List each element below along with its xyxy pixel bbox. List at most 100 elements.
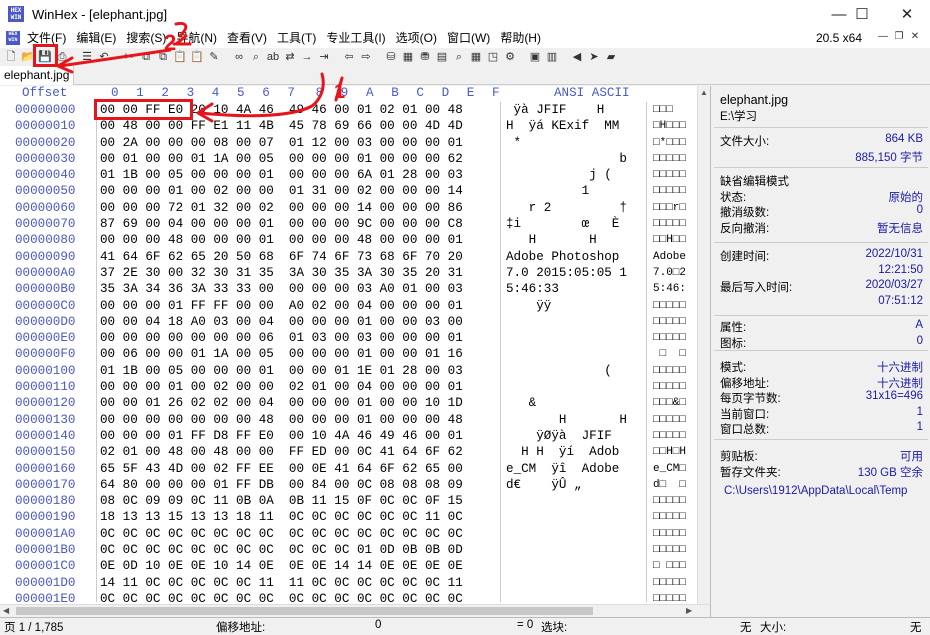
hex-row[interactable]: 00 00 00 01 00 02 00 00 01 31 00 02 00 0… bbox=[97, 183, 498, 199]
ascii-row[interactable] bbox=[501, 558, 645, 574]
calculator-icon[interactable]: ▤ bbox=[435, 50, 449, 64]
book-icon[interactable]: ▰ bbox=[604, 50, 618, 64]
text-row[interactable]: □□□□□ bbox=[647, 412, 696, 428]
hex-row[interactable]: 00 00 00 01 00 02 00 00 02 01 00 04 00 0… bbox=[97, 379, 498, 395]
menu-item-6[interactable]: 专业工具(I) bbox=[321, 28, 390, 48]
maximize-button[interactable]: ☐ bbox=[839, 0, 885, 28]
hex-row[interactable]: 0E 0D 10 0E 0E 10 14 0E 0E 0E 14 14 0E 0… bbox=[97, 558, 498, 574]
replace-text-icon[interactable]: ab bbox=[266, 50, 280, 64]
ascii-row[interactable] bbox=[501, 575, 645, 591]
back-icon[interactable]: ⇦ bbox=[342, 50, 356, 64]
text-row[interactable]: □□□□□ bbox=[647, 314, 696, 330]
find-hex-icon[interactable]: ⌕ bbox=[249, 50, 263, 64]
ascii-row[interactable]: ÿÿ bbox=[501, 298, 645, 314]
ascii-column[interactable]: ÿà JFIF HH ÿá KExif MM * b j ( 1 r 2 † ‡i… bbox=[500, 102, 645, 602]
ascii-row[interactable]: ÿà JFIF H bbox=[501, 102, 645, 118]
hex-row[interactable]: 00 00 00 48 00 00 00 01 00 00 00 48 00 0… bbox=[97, 232, 498, 248]
hex-row[interactable]: 14 11 0C 0C 0C 0C 0C 11 11 0C 0C 0C 0C 0… bbox=[97, 575, 498, 591]
table-icon[interactable]: ▦ bbox=[469, 50, 483, 64]
ascii-row[interactable] bbox=[501, 346, 645, 362]
text-row[interactable]: □□□□□ bbox=[647, 167, 696, 183]
text-row[interactable]: □ □□□ bbox=[647, 558, 696, 574]
ascii-row[interactable]: ‡i œ È bbox=[501, 216, 645, 232]
hex-row[interactable]: 00 00 01 26 02 02 00 04 00 00 00 01 00 0… bbox=[97, 395, 498, 411]
tab-elephant[interactable]: elephant.jpg bbox=[0, 66, 75, 85]
cursor-icon[interactable]: ➤ bbox=[587, 50, 601, 64]
menu-item-1[interactable]: 编辑(E) bbox=[71, 28, 121, 48]
text-row[interactable]: □□□□□ bbox=[647, 183, 696, 199]
ascii-row[interactable]: H H bbox=[501, 232, 645, 248]
text-row[interactable]: □□□□□ bbox=[647, 216, 696, 232]
new-file-icon[interactable]: 🗋 bbox=[4, 50, 18, 64]
ascii-row[interactable]: b bbox=[501, 151, 645, 167]
ascii-row[interactable] bbox=[501, 314, 645, 330]
text-row[interactable]: 5:46: bbox=[647, 281, 696, 297]
goto-icon[interactable]: → bbox=[300, 50, 314, 64]
ascii-row[interactable] bbox=[501, 330, 645, 346]
hex-row[interactable]: 00 01 00 00 01 1A 00 05 00 00 00 01 00 0… bbox=[97, 151, 498, 167]
search-icon[interactable]: ⌕ bbox=[452, 50, 466, 64]
ascii-row[interactable]: e_CM ÿî Adobe bbox=[501, 461, 645, 477]
hex-row[interactable]: 00 00 00 01 FF D8 FF E0 00 10 4A 46 49 4… bbox=[97, 428, 498, 444]
menu-item-4[interactable]: 查看(V) bbox=[222, 28, 272, 48]
snapshot-icon[interactable]: ◳ bbox=[486, 50, 500, 64]
text-column[interactable]: □□□ □H□□□ □*□□□ □□□□□ □□□□□ □□□□□ □□□r□ □□□□□ □□… bbox=[646, 102, 696, 602]
arrow-left-icon[interactable]: ◀ bbox=[570, 50, 584, 64]
scroll-right-icon[interactable]: ▶ bbox=[686, 606, 692, 615]
text-row[interactable]: □□□□□ bbox=[647, 591, 696, 602]
ascii-row[interactable]: H H bbox=[501, 412, 645, 428]
copy-block-icon[interactable]: ⧉ bbox=[156, 50, 170, 64]
replace-hex-icon[interactable]: ⇄ bbox=[283, 50, 297, 64]
mdi-close-icon[interactable]: ✕ bbox=[908, 31, 922, 42]
paste-icon[interactable]: 📋 bbox=[173, 50, 187, 64]
hex-row[interactable]: 35 3A 34 36 3A 33 33 00 00 00 00 03 A0 0… bbox=[97, 281, 498, 297]
ascii-row[interactable]: 1 bbox=[501, 183, 645, 199]
hex-row[interactable]: 01 1B 00 05 00 00 00 01 00 00 00 6A 01 2… bbox=[97, 167, 498, 183]
text-row[interactable]: □H□□□ bbox=[647, 118, 696, 134]
text-row[interactable]: □□□□□ bbox=[647, 493, 696, 509]
horizontal-scrollbar[interactable]: ◀ ▶ bbox=[0, 604, 710, 617]
menu-item-3[interactable]: 导航(N) bbox=[171, 28, 222, 48]
ascii-row[interactable] bbox=[501, 379, 645, 395]
hex-row[interactable]: 00 48 00 00 FF E1 11 4B 45 78 69 66 00 0… bbox=[97, 118, 498, 134]
text-row[interactable]: 7.0□2 bbox=[647, 265, 696, 281]
hex-row[interactable]: 00 00 04 18 A0 03 00 04 00 00 00 01 00 0… bbox=[97, 314, 498, 330]
ascii-row[interactable]: 5:46:33 bbox=[501, 281, 645, 297]
forward-icon[interactable]: ⇨ bbox=[359, 50, 373, 64]
text-row[interactable]: d□ □ bbox=[647, 477, 696, 493]
text-row[interactable]: □□□□□ bbox=[647, 330, 696, 346]
text-row[interactable]: □□□&□ bbox=[647, 395, 696, 411]
document-icon[interactable]: HEX WIN bbox=[6, 31, 20, 45]
hex-row[interactable]: 18 13 13 15 13 13 18 11 0C 0C 0C 0C 0C 0… bbox=[97, 509, 498, 525]
hex-column[interactable]: 00 00 FF E0 20 10 4A 46 49 46 00 01 02 0… bbox=[96, 102, 498, 604]
text-row[interactable]: □□□□□ bbox=[647, 575, 696, 591]
hex-row[interactable]: 65 5F 43 4D 00 02 FF EE 00 0E 41 64 6F 6… bbox=[97, 461, 498, 477]
disk-icon[interactable]: ⛁ bbox=[384, 50, 398, 64]
hex-row[interactable]: 00 2A 00 00 00 08 00 07 01 12 00 03 00 0… bbox=[97, 135, 498, 151]
hex-row[interactable]: 00 00 00 00 00 00 00 06 01 03 00 03 00 0… bbox=[97, 330, 498, 346]
ascii-row[interactable] bbox=[501, 542, 645, 558]
text-row[interactable]: Adobe bbox=[647, 249, 696, 265]
text-row[interactable]: □□□□□ bbox=[647, 542, 696, 558]
properties-icon[interactable]: ☰ bbox=[80, 50, 94, 64]
hex-row[interactable]: 37 2E 30 00 32 30 31 35 3A 30 35 3A 30 3… bbox=[97, 265, 498, 281]
hex-row[interactable]: 01 1B 00 05 00 00 00 01 00 00 01 1E 01 2… bbox=[97, 363, 498, 379]
text-row[interactable]: □□□□□ bbox=[647, 379, 696, 395]
hex-row[interactable]: 0C 0C 0C 0C 0C 0C 0C 0C 0C 0C 0C 0C 0C 0… bbox=[97, 526, 498, 542]
text-row[interactable]: □□□□□ bbox=[647, 298, 696, 314]
write-icon[interactable]: ✎ bbox=[207, 50, 221, 64]
ascii-row[interactable]: H H ÿí Adob bbox=[501, 444, 645, 460]
text-row[interactable]: □□□□□ bbox=[647, 151, 696, 167]
hex-editor-view[interactable]: Offset ANSI ASCII 0 1 2 3 4 5 6 7 8 9 A B C D E F 00000… bbox=[0, 86, 710, 604]
text-row[interactable]: □□H□□ bbox=[647, 232, 696, 248]
text-row[interactable]: □□H□H bbox=[647, 444, 696, 460]
menu-item-5[interactable]: 工具(T) bbox=[272, 28, 321, 48]
ascii-row[interactable]: r 2 † bbox=[501, 200, 645, 216]
ascii-row[interactable]: ÿØÿà JFIF bbox=[501, 428, 645, 444]
ascii-row[interactable] bbox=[501, 493, 645, 509]
cut-icon[interactable]: ✂ bbox=[122, 50, 136, 64]
hex-row[interactable]: 02 01 00 48 00 48 00 00 FF ED 00 0C 41 6… bbox=[97, 444, 498, 460]
ascii-row[interactable]: d€ ÿÛ „ bbox=[501, 477, 645, 493]
menu-item-7[interactable]: 选项(O) bbox=[391, 28, 442, 48]
ascii-row[interactable]: 7.0 2015:05:05 1 bbox=[501, 265, 645, 281]
